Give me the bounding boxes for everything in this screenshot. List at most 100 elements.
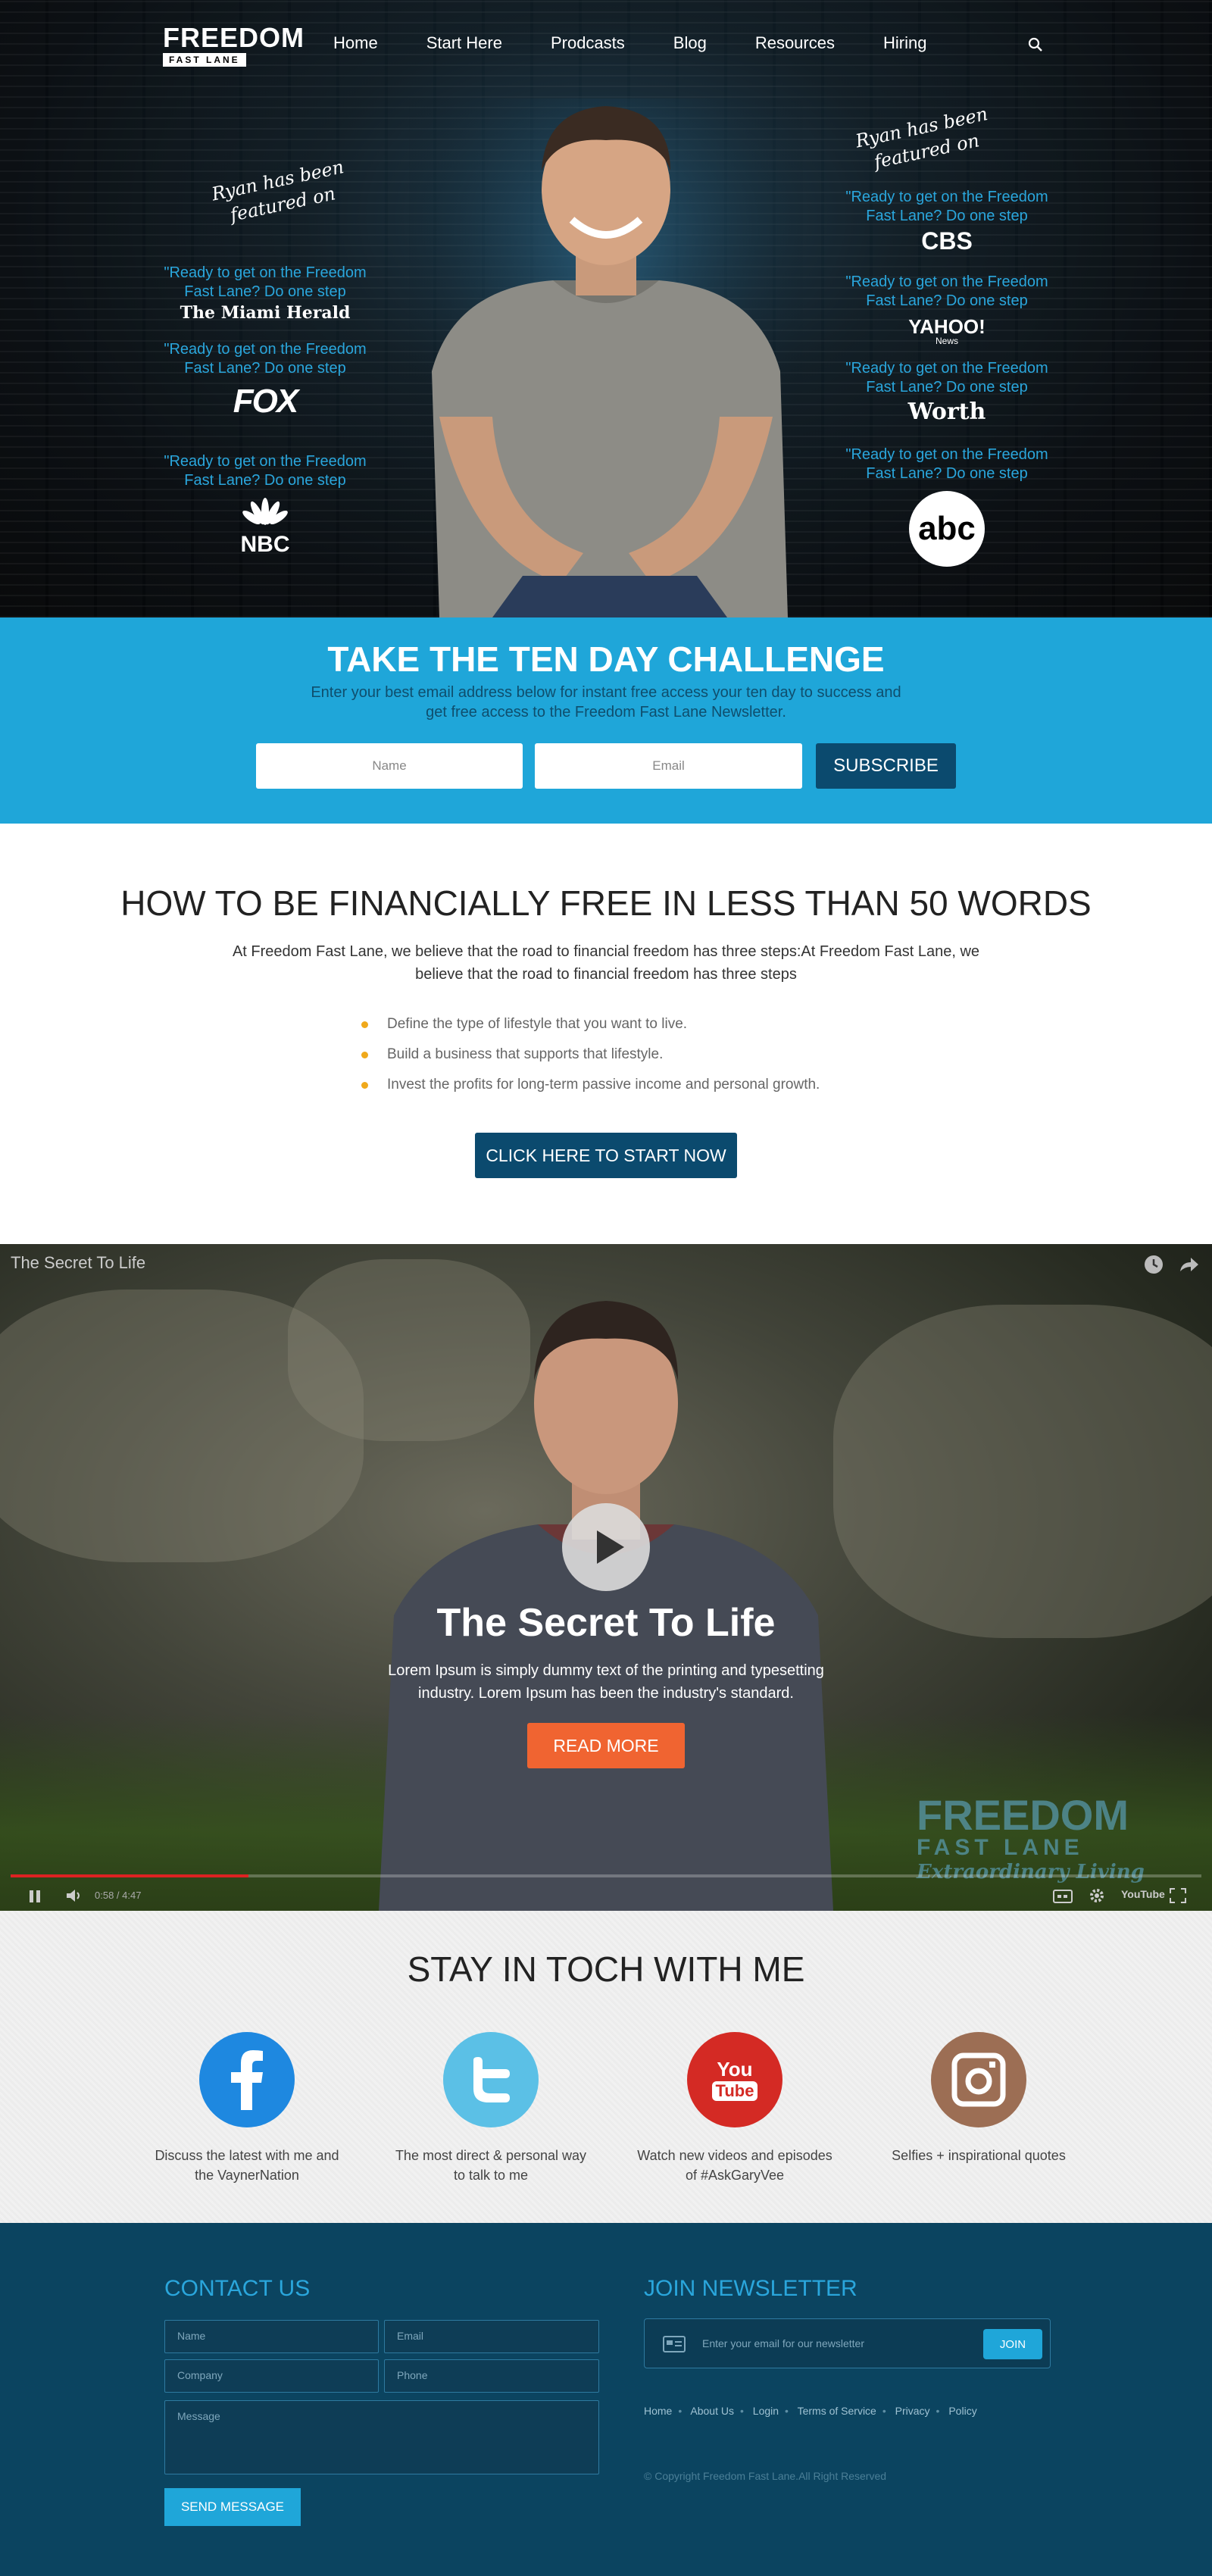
separator: • — [882, 2405, 886, 2417]
social-title: STAY IN TOCH WITH ME — [407, 1949, 805, 1989]
nav-start-here[interactable]: Start Here — [426, 33, 502, 53]
read-more-button[interactable]: READ MORE — [527, 1723, 685, 1768]
logo[interactable]: FREEDOM FAST LANE — [163, 22, 305, 67]
share-icon[interactable] — [1179, 1256, 1200, 1273]
hero-quote-right-3[interactable]: "Ready to get on the Freedom Fast Lane? … — [833, 359, 1060, 397]
fox-logo: FOX — [233, 383, 298, 420]
hero-quote-left-2[interactable]: "Ready to get on the Freedom Fast Lane? … — [152, 340, 379, 378]
play-button[interactable] — [562, 1503, 650, 1591]
twitter-t-glyph — [473, 2057, 510, 2102]
social-section: STAY IN TOCH WITH ME Discuss the latest … — [0, 1911, 1212, 2223]
nav-blog[interactable]: Blog — [673, 33, 707, 53]
copyright: © Copyright Freedom Fast Lane.All Right … — [644, 2470, 887, 2482]
footer-links: Home • About Us • Login • Terms of Service •… — [644, 2405, 977, 2417]
video-top-title[interactable]: The Secret To Life — [11, 1253, 145, 1273]
hero-section: FREEDOM FAST LANE Home Start Here Prodca… — [0, 0, 1212, 617]
pause-icon[interactable] — [29, 1890, 41, 1903]
youtube-card[interactable]: You Tube Watch new videos and episodes o… — [636, 2032, 833, 2185]
miami-herald-logo: The Miami Herald — [180, 303, 351, 323]
hero-quote-right-2[interactable]: "Ready to get on the Freedom Fast Lane? … — [833, 273, 1060, 311]
email-card-icon — [663, 2336, 686, 2352]
watermark-small: FAST LANE — [917, 1835, 1084, 1860]
twitter-card[interactable]: The most direct & personal way to talk t… — [392, 2032, 589, 2185]
join-button[interactable]: JOIN — [983, 2329, 1042, 2359]
footer: CONTACT US Name Email Company Phone Mess… — [0, 2223, 1212, 2576]
separator: • — [739, 2405, 744, 2417]
financial-lead: At Freedom Fast Lane, we believe that th… — [232, 943, 980, 983]
youtube-glyph: You Tube — [711, 2057, 758, 2101]
footer-link-privacy[interactable]: Privacy — [895, 2405, 930, 2417]
hero-person-image — [409, 98, 803, 617]
email-input[interactable]: Email — [535, 743, 802, 789]
name-input[interactable]: Name — [256, 743, 523, 789]
separator: • — [936, 2405, 940, 2417]
youtube-text: Watch new videos and episodes of #AskGar… — [637, 2148, 832, 2183]
hero-quote-right-1[interactable]: "Ready to get on the Freedom Fast Lane? … — [833, 188, 1060, 226]
facebook-icon[interactable] — [199, 2032, 295, 2127]
nav-hiring[interactable]: Hiring — [883, 33, 926, 53]
video-time: 0:58 / 4:47 — [95, 1890, 142, 1901]
hero-quote-left-3[interactable]: "Ready to get on the Freedom Fast Lane? … — [152, 452, 379, 490]
footer-link-home[interactable]: Home — [644, 2405, 672, 2417]
instagram-icon[interactable] — [931, 2032, 1026, 2127]
nav-links: Home Start Here Prodcasts Blog Resources… — [333, 33, 975, 53]
contact-message-textarea[interactable]: Message — [164, 2400, 599, 2474]
subscribe-button[interactable]: SUBSCRIBE — [816, 743, 956, 789]
contact-name-input[interactable]: Name — [164, 2320, 379, 2353]
nav-home[interactable]: Home — [333, 33, 378, 53]
footer-link-terms[interactable]: Terms of Service — [798, 2405, 876, 2417]
instagram-text: Selfies + inspirational quotes — [892, 2148, 1066, 2163]
nav-podcasts[interactable]: Prodcasts — [551, 33, 625, 53]
separator: • — [678, 2405, 683, 2417]
challenge-section: TAKE THE TEN DAY CHALLENGE Enter your be… — [0, 617, 1212, 824]
abc-logo: abc — [833, 491, 1060, 567]
video-watermark: FREEDOM FAST LANE Extraordinary Living — [917, 1794, 1145, 1884]
nbc-logo: NBC — [152, 496, 379, 558]
facebook-f-glyph — [231, 2050, 263, 2110]
logo-subtext: FAST LANE — [163, 53, 246, 67]
youtube-logo-icon[interactable]: You Tube — [687, 2032, 782, 2127]
instagram-card[interactable]: Selfies + inspirational quotes — [880, 2032, 1077, 2165]
logo-text: FREEDOM — [163, 22, 305, 53]
settings-gear-icon[interactable] — [1088, 1887, 1106, 1905]
list-item: Build a business that supports that life… — [360, 1039, 820, 1070]
video-player[interactable]: The Secret To Life The Secret To Life Lo… — [0, 1244, 1212, 1911]
contact-company-input[interactable]: Company — [164, 2359, 379, 2393]
rock-decoration — [833, 1305, 1212, 1638]
twitter-icon[interactable] — [443, 2032, 539, 2127]
hero-quote-left-1[interactable]: "Ready to get on the Freedom Fast Lane? … — [152, 264, 379, 302]
contact-phone-input[interactable]: Phone — [384, 2359, 599, 2393]
challenge-text: Enter your best email address below for … — [311, 684, 901, 721]
watch-later-icon[interactable] — [1144, 1255, 1164, 1274]
send-message-button[interactable]: SEND MESSAGE — [164, 2488, 301, 2526]
list-item: Invest the profits for long-term passive… — [360, 1070, 820, 1100]
top-nav: FREEDOM FAST LANE Home Start Here Prodca… — [0, 0, 1212, 89]
contact-email-input[interactable]: Email — [384, 2320, 599, 2353]
search-icon[interactable] — [1027, 36, 1044, 53]
video-heading: The Secret To Life — [436, 1601, 776, 1645]
video-text: Lorem Ipsum is simply dummy text of the … — [388, 1662, 824, 1702]
list-item: Define the type of lifestyle that you wa… — [360, 1009, 820, 1039]
footer-link-about[interactable]: About Us — [690, 2405, 734, 2417]
newsletter-email-input[interactable]: Enter your email for our newsletter — [702, 2337, 864, 2349]
financial-section: HOW TO BE FINANCIALLY FREE IN LESS THAN … — [0, 824, 1212, 1244]
contact-title: CONTACT US — [164, 2276, 311, 2301]
video-progress-fill — [11, 1874, 249, 1877]
footer-link-login[interactable]: Login — [753, 2405, 779, 2417]
youtube-you-text: You — [717, 2057, 753, 2080]
nav-resources[interactable]: Resources — [755, 33, 835, 53]
hero-quote-right-4[interactable]: "Ready to get on the Freedom Fast Lane? … — [833, 445, 1060, 483]
volume-icon[interactable] — [65, 1888, 83, 1903]
captions-icon[interactable] — [1053, 1890, 1073, 1903]
newsletter-title: JOIN NEWSLETTER — [644, 2276, 857, 2301]
separator: • — [785, 2405, 789, 2417]
youtube-icon[interactable]: YouTube — [1121, 1888, 1165, 1900]
abc-logo-text: abc — [909, 491, 985, 567]
video-progress-bar[interactable] — [11, 1874, 1201, 1877]
fullscreen-icon[interactable] — [1170, 1888, 1186, 1903]
facebook-card[interactable]: Discuss the latest with me and the Vayne… — [148, 2032, 345, 2185]
footer-link-policy[interactable]: Policy — [948, 2405, 976, 2417]
twitter-text: The most direct & personal way to talk t… — [395, 2148, 587, 2183]
start-now-button[interactable]: CLICK HERE TO START NOW — [475, 1133, 737, 1178]
challenge-title: TAKE THE TEN DAY CHALLENGE — [327, 639, 885, 679]
